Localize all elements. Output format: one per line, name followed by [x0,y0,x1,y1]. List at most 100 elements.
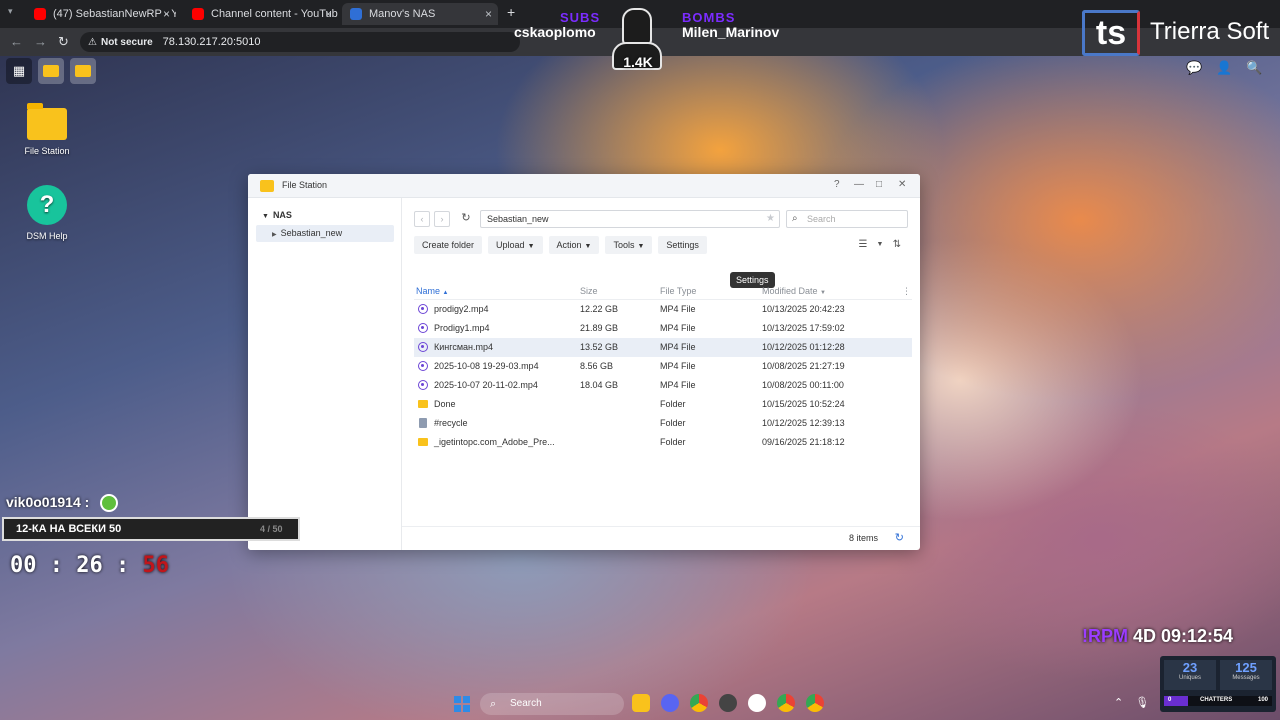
obs-icon[interactable] [719,694,737,712]
subs-name: cskaoplomo [514,24,596,40]
url-text: 78.130.217.20:5010 [162,36,261,48]
status-bar: 8 items ↻ [402,526,920,550]
file-type: Folder [660,399,686,409]
grid-header: Name ▲ Size File Type Modified Date ▼ ⋮ [414,282,912,300]
microphone-icon[interactable]: 🎙 [1135,696,1149,709]
file-explorer-icon[interactable] [632,694,650,712]
upload-button[interactable]: Upload ▼ [488,236,543,254]
youtube-favicon-icon [34,8,46,20]
file-row[interactable]: Кингсман.mp4 13.52 GB MP4 File 10/12/2025 0… [414,338,912,357]
file-grid: Name ▲ Size File Type Modified Date ▼ ⋮ … [414,282,912,452]
file-station-taskbar-icon[interactable] [70,58,96,84]
user-icon[interactable]: 👤 [1216,60,1232,82]
chevron-up-icon[interactable]: ⌃ [1114,696,1123,709]
refresh-icon[interactable]: ↻ [895,531,904,544]
sort-asc-icon: ▲ [442,290,449,296]
dsm-taskbar: ▦ [6,58,136,84]
tools-button[interactable]: Tools ▼ [605,236,653,254]
file-rows: prodigy2.mp4 12.22 GB MP4 File 10/13/2025 2… [414,300,912,452]
tab-youtube[interactable]: (47) SebastianNewRP - YouTube × [26,3,176,25]
file-row[interactable]: #recycle Folder 10/12/2025 12:39:13 [414,414,912,433]
brand-box: ts [1082,10,1140,56]
forward-arrow-icon[interactable]: › [434,211,450,227]
column-options-icon[interactable]: ⋮ [902,282,911,300]
file-size: 21.89 GB [580,323,619,333]
search-icon: ⌕ [792,213,798,224]
file-name: 2025-10-07 20-11-02.mp4 [434,380,538,390]
video-file-icon [418,304,428,314]
settings-button[interactable]: Settings [658,236,707,254]
reload-icon[interactable]: ↻ [58,34,69,50]
path-field[interactable]: Sebastian_new ★ [480,210,780,228]
caret-down-icon: ▼ [527,243,535,250]
item-count: 8 items [848,533,878,543]
file-name: _igetintopc.com_Adobe_Pre... [434,437,555,447]
discord-icon[interactable] [661,694,679,712]
file-row[interactable]: Done Folder 10/15/2025 10:52:24 [414,395,912,414]
file-row[interactable]: 2025-10-07 20-11-02.mp4 18.04 GB MP4 File 1… [414,376,912,395]
file-row[interactable]: 2025-10-08 19-29-03.mp4 8.56 GB MP4 File 10… [414,357,912,376]
create-folder-button[interactable]: Create folder [414,236,483,254]
column-header-type[interactable]: File Type [660,282,696,300]
tree-node-sebastian-new[interactable]: ▶ Sebastian_new [256,225,394,242]
desktop-icon-file-station[interactable]: File Station [7,103,87,156]
tab-youtube-studio[interactable]: Channel content - YouTube Stu × [184,3,338,25]
column-header-size[interactable]: Size [580,282,598,300]
desktop-icon-label: File Station [24,146,70,156]
window-titlebar[interactable]: File Station ? — □ ✕ [248,174,920,198]
video-file-icon [418,361,428,371]
close-icon[interactable]: × [163,7,170,21]
desktop-icon-dsm-help[interactable]: ? DSM Help [7,185,87,241]
main-menu-icon[interactable]: ▦ [6,58,32,84]
media-player-icon[interactable] [748,694,766,712]
file-size: 12.22 GB [580,304,619,314]
action-button[interactable]: Action ▼ [548,236,600,254]
search-placeholder: Search [807,214,836,224]
bombs-label: BOMBS [682,10,736,25]
file-size: 8.56 GB [580,361,614,371]
folder-icon [418,438,428,446]
maximize-icon[interactable]: □ [876,179,882,190]
caret-down-icon[interactable]: ▼ [875,236,885,254]
search-input[interactable]: ⌕ Search [786,210,908,228]
file-station-taskbar-icon[interactable] [38,58,64,84]
banner-text: 12-КА НА ВСЕКИ 50 [16,523,122,535]
uniques-stat: 23 Uniques [1164,660,1216,690]
star-icon[interactable]: ★ [766,211,775,227]
chrome-icon[interactable] [690,694,708,712]
file-row[interactable]: prodigy2.mp4 12.22 GB MP4 File 10/13/2025 2… [414,300,912,319]
video-file-icon [418,380,428,390]
file-name: Done [434,399,456,409]
windows-start-icon[interactable] [454,696,470,712]
url-field[interactable]: ⚠ Not secure 78.130.217.20:5010 [80,32,520,52]
file-type: MP4 File [660,342,696,352]
file-row[interactable]: _igetintopc.com_Adobe_Pre... Folder 09/16/… [414,433,912,452]
close-icon[interactable]: × [485,7,492,21]
close-icon[interactable]: ✕ [898,179,906,190]
tree-node-nas[interactable]: ▼ NAS [262,210,292,220]
back-arrow-icon[interactable]: ‹ [414,211,430,227]
minimize-icon[interactable]: — [854,179,864,190]
search-icon[interactable]: 🔍 [1246,60,1262,82]
column-header-modified[interactable]: Modified Date ▼ [762,282,826,302]
video-file-icon [418,323,428,333]
taskbar-search[interactable]: ⌕ Search [480,693,624,715]
chrome-icon[interactable] [777,694,795,712]
back-icon[interactable]: ← [10,34,23,49]
goal-banner: 12-КА НА ВСЕКИ 50 4 / 50 [2,517,300,541]
forward-icon[interactable]: → [34,34,47,49]
close-icon[interactable]: × [325,7,332,21]
list-view-icon[interactable]: ☰ [855,236,871,254]
help-icon[interactable]: ? [834,179,840,190]
file-modified: 10/12/2025 01:12:28 [762,342,845,352]
file-toolbar: Create folder Upload ▼ Action ▼ Tools ▼ Set… [414,236,707,254]
refresh-icon[interactable]: ↻ [458,211,474,227]
tab-nas[interactable]: Manov's NAS × [342,3,498,25]
file-row[interactable]: Prodigy1.mp4 21.89 GB MP4 File 10/13/2025 1… [414,319,912,338]
tab-list-chevron-icon[interactable]: ▾ [8,6,13,17]
sort-icon[interactable]: ⇅ [889,236,905,254]
column-header-name[interactable]: Name ▲ [416,282,448,302]
chat-icon[interactable]: 💬 [1186,60,1202,82]
knight-avatar-icon: 1.4K [606,6,668,72]
chrome-icon[interactable] [806,694,824,712]
